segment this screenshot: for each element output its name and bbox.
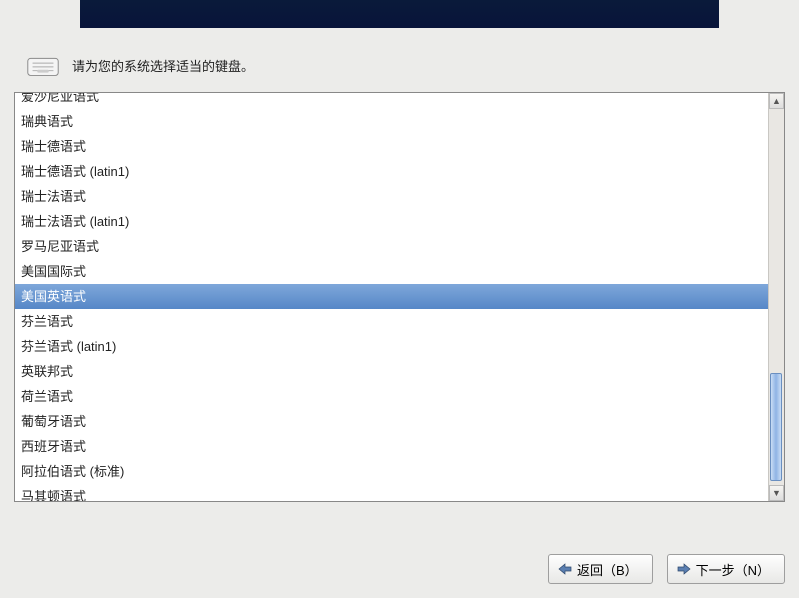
list-item[interactable]: 瑞士德语式 [15, 134, 768, 159]
keyboard-icon [24, 50, 62, 80]
back-button[interactable]: 返回（B） [548, 554, 653, 584]
arrow-left-icon [557, 562, 573, 576]
prompt-row: 请为您的系统选择适当的键盘。 [24, 50, 759, 80]
list-item[interactable]: 美国国际式 [15, 259, 768, 284]
list-item[interactable]: 爱沙尼亚语式 [15, 93, 768, 109]
list-item[interactable]: 瑞典语式 [15, 109, 768, 134]
scrollbar[interactable]: ▲ ▼ [768, 93, 784, 501]
list-item[interactable]: 阿拉伯语式 (标准) [15, 459, 768, 484]
list-item[interactable]: 荷兰语式 [15, 384, 768, 409]
next-label: 下一步（N） [696, 560, 770, 579]
list-item[interactable]: 瑞士法语式 (latin1) [15, 209, 768, 234]
scroll-up-arrow[interactable]: ▲ [769, 93, 784, 109]
list-inner[interactable]: 爱沙尼亚语式瑞典语式瑞士德语式瑞士德语式 (latin1)瑞士法语式瑞士法语式 … [15, 93, 768, 501]
list-item[interactable]: 英联邦式 [15, 359, 768, 384]
back-label: 返回（B） [577, 560, 638, 579]
scroll-down-arrow[interactable]: ▼ [769, 485, 784, 501]
arrow-right-icon [676, 562, 692, 576]
prompt-text: 请为您的系统选择适当的键盘。 [72, 56, 254, 75]
list-item[interactable]: 美国英语式 [15, 284, 768, 309]
list-item[interactable]: 瑞士法语式 [15, 184, 768, 209]
list-item[interactable]: 芬兰语式 [15, 309, 768, 334]
list-item[interactable]: 瑞士德语式 (latin1) [15, 159, 768, 184]
button-row: 返回（B） 下一步（N） [548, 554, 785, 584]
list-item[interactable]: 罗马尼亚语式 [15, 234, 768, 259]
scroll-thumb[interactable] [770, 373, 782, 481]
list-item[interactable]: 马其顿语式 [15, 484, 768, 501]
next-button[interactable]: 下一步（N） [667, 554, 785, 584]
list-item[interactable]: 西班牙语式 [15, 434, 768, 459]
list-item[interactable]: 葡萄牙语式 [15, 409, 768, 434]
title-bar [80, 0, 719, 28]
list-item[interactable]: 芬兰语式 (latin1) [15, 334, 768, 359]
keyboard-list: 爱沙尼亚语式瑞典语式瑞士德语式瑞士德语式 (latin1)瑞士法语式瑞士法语式 … [14, 92, 785, 502]
